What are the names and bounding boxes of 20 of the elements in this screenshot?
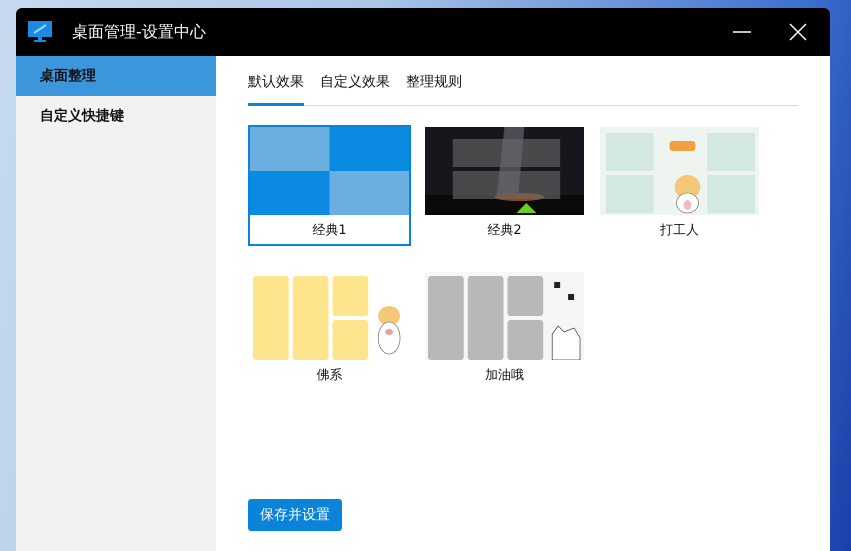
theme-card[interactable]: 加油哦 <box>423 270 586 391</box>
sidebar-item[interactable]: 桌面整理 <box>16 56 216 96</box>
save-button[interactable]: 保存并设置 <box>248 499 342 531</box>
theme-label: 打工人 <box>660 222 699 239</box>
theme-label: 经典1 <box>312 222 347 239</box>
close-icon <box>789 23 807 41</box>
theme-label: 佛系 <box>316 367 342 384</box>
window-title: 桌面管理-设置中心 <box>72 22 207 42</box>
theme-card[interactable]: 经典2 <box>423 125 586 246</box>
tab[interactable]: 自定义效果 <box>320 72 390 106</box>
sidebar-item[interactable]: 自定义快捷键 <box>16 96 216 136</box>
theme-card[interactable]: 打工人 <box>598 125 761 246</box>
tab[interactable]: 整理规则 <box>406 72 462 106</box>
tab[interactable]: 默认效果 <box>248 72 304 106</box>
theme-card[interactable]: 经典1 <box>248 125 411 246</box>
theme-label: 加油哦 <box>485 367 524 384</box>
theme-card[interactable]: 佛系 <box>248 270 411 391</box>
minimize-icon <box>733 31 751 33</box>
theme-label: 经典2 <box>487 222 522 239</box>
monitor-icon <box>28 21 52 43</box>
